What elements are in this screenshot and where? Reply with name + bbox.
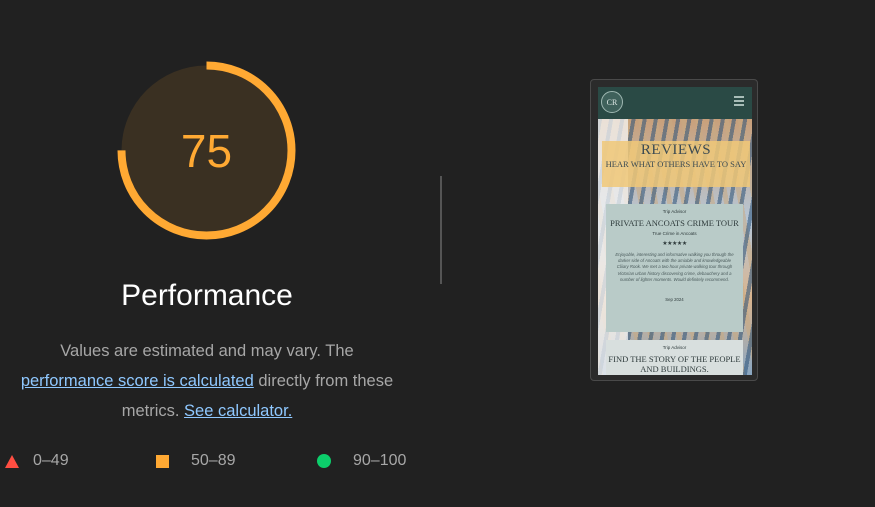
legend-item-pass: 90–100 — [317, 452, 406, 470]
review-subtitle: True Crime in Ancoats — [652, 231, 697, 236]
performance-score: 75 — [180, 124, 233, 177]
score-description: Values are estimated and may vary. The p… — [0, 336, 414, 426]
legend-item-fail: 0–49 — [5, 452, 69, 470]
review-source: Trip Advisor — [662, 209, 687, 214]
thumbnail-navbar: CR — [598, 87, 752, 119]
thumbnail-subheading: HEAR WHAT OTHERS HAVE TO SAY — [605, 159, 747, 169]
gauge-title: Performance — [121, 279, 293, 312]
section-divider — [440, 176, 442, 284]
circle-icon — [317, 454, 331, 468]
triangle-icon — [5, 454, 19, 468]
performance-score-calculated-link[interactable]: performance score is calculated — [21, 372, 254, 390]
review-stars: ★★★★★ — [662, 241, 687, 247]
legend-range-pass: 90–100 — [353, 452, 407, 469]
legend-item-average: 50–89 — [156, 452, 236, 470]
legend-range-average: 50–89 — [191, 452, 236, 469]
square-icon — [156, 454, 169, 468]
legend-range-fail: 0–49 — [33, 452, 69, 469]
thumbnail-heading: REVIEWS — [640, 142, 712, 158]
review-card: Trip Advisor PRIVATE ANCOATS CRIME TOUR … — [606, 204, 743, 332]
review-title-2: FIND THE STORY OF THE PEOPLE AND BUILDIN… — [608, 354, 741, 374]
review-date: Sep 2024 — [665, 297, 684, 303]
thumbnail-hero-image: REVIEWS HEAR WHAT OTHERS HAVE TO SAY Tri… — [598, 119, 752, 375]
performance-gauge: 75 — [113, 57, 300, 244]
site-logo: CR — [601, 91, 623, 113]
thumbnail-banner: REVIEWS HEAR WHAT OTHERS HAVE TO SAY — [602, 141, 750, 187]
final-screenshot-thumbnail[interactable]: REVIEWS HEAR WHAT OTHERS HAVE TO SAY Tri… — [590, 79, 758, 381]
review-title: PRIVATE ANCOATS CRIME TOUR — [610, 218, 739, 228]
description-text-1: Values are estimated and may vary. The — [60, 342, 354, 360]
review-source-2: Trip Advisor — [662, 345, 687, 350]
score-legend: 0–49 50–89 90–100 — [0, 452, 430, 476]
review-body: Enjoyable, interesting and informative w… — [615, 252, 734, 282]
hamburger-menu-icon — [734, 96, 744, 106]
thumbnail-screen: REVIEWS HEAR WHAT OTHERS HAVE TO SAY Tri… — [598, 87, 752, 375]
see-calculator-link[interactable]: See calculator. — [184, 402, 292, 420]
review-card-2: Trip Advisor FIND THE STORY OF THE PEOPL… — [606, 340, 743, 375]
